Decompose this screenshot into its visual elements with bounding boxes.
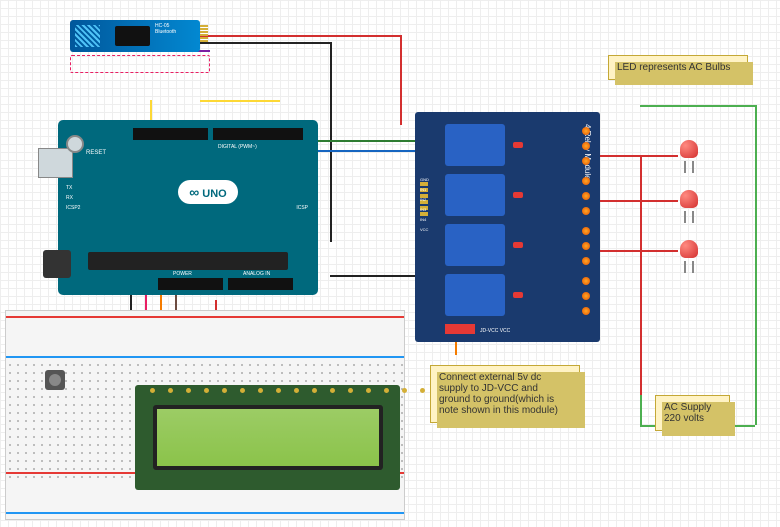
relay-channel-2 bbox=[445, 174, 505, 216]
relay-led-icon bbox=[513, 142, 523, 148]
power-jack-icon bbox=[43, 250, 71, 278]
led-bulb-1 bbox=[680, 140, 710, 165]
jdvcc-jumper bbox=[445, 324, 475, 334]
reset-button[interactable] bbox=[66, 135, 84, 153]
relay-in1: IN1 bbox=[420, 187, 426, 192]
led-bulb-3 bbox=[680, 240, 710, 265]
relay-in2: IN2 bbox=[420, 197, 426, 202]
bluetooth-brand: Bluetooth bbox=[155, 29, 176, 35]
relay-led-icon bbox=[513, 242, 523, 248]
relay-in4: IN4 bbox=[420, 217, 426, 222]
relay-channel-4 bbox=[445, 274, 505, 316]
power-pins-label: POWER bbox=[173, 271, 192, 277]
atmega-chip-icon bbox=[88, 252, 288, 270]
relay-in3: IN3 bbox=[420, 207, 426, 212]
icsp-label: ICSP bbox=[296, 205, 308, 211]
relay-vcc: VCC bbox=[420, 227, 428, 232]
note-leds: LED represents AC Bulbs bbox=[608, 55, 748, 80]
potentiometer[interactable] bbox=[45, 370, 65, 390]
arduino-uno: RESET ∞ UNO DIGITAL (PWM~) POWER ANALOG … bbox=[58, 120, 318, 295]
tx-label: TX bbox=[66, 185, 72, 191]
usb-port-icon bbox=[38, 148, 73, 178]
rx-label: RX bbox=[66, 195, 73, 201]
analog-pins-label: ANALOG IN bbox=[243, 271, 270, 277]
lcd-display bbox=[135, 385, 400, 490]
note-ac: AC Supply 220 volts bbox=[655, 395, 730, 431]
jdvcc-label: JD-VCC VCC bbox=[480, 328, 510, 334]
note-jdvcc: Connect external 5v dc supply to JD-VCC … bbox=[430, 365, 580, 423]
reset-label: RESET bbox=[86, 150, 106, 156]
digital-pins-label: DIGITAL (PWM~) bbox=[218, 144, 257, 150]
icsp2-label: ICSP2 bbox=[66, 205, 80, 211]
potentiometer-knob-icon[interactable] bbox=[49, 374, 61, 386]
arduino-brand: UNO bbox=[202, 188, 226, 200]
relay-led-icon bbox=[513, 292, 523, 298]
bluetooth-antenna-icon bbox=[75, 25, 100, 47]
relay-channel-3 bbox=[445, 224, 505, 266]
relay-module: 4 Relay Module GND IN1 IN2 IN3 IN4 VCC J… bbox=[415, 112, 600, 342]
bluetooth-module: HC-05Bluetooth bbox=[70, 20, 210, 75]
lcd-screen bbox=[153, 405, 383, 470]
relay-led-icon bbox=[513, 192, 523, 198]
relay-gnd: GND bbox=[420, 177, 429, 182]
led-bulb-2 bbox=[680, 190, 710, 215]
relay-channel-1 bbox=[445, 124, 505, 166]
